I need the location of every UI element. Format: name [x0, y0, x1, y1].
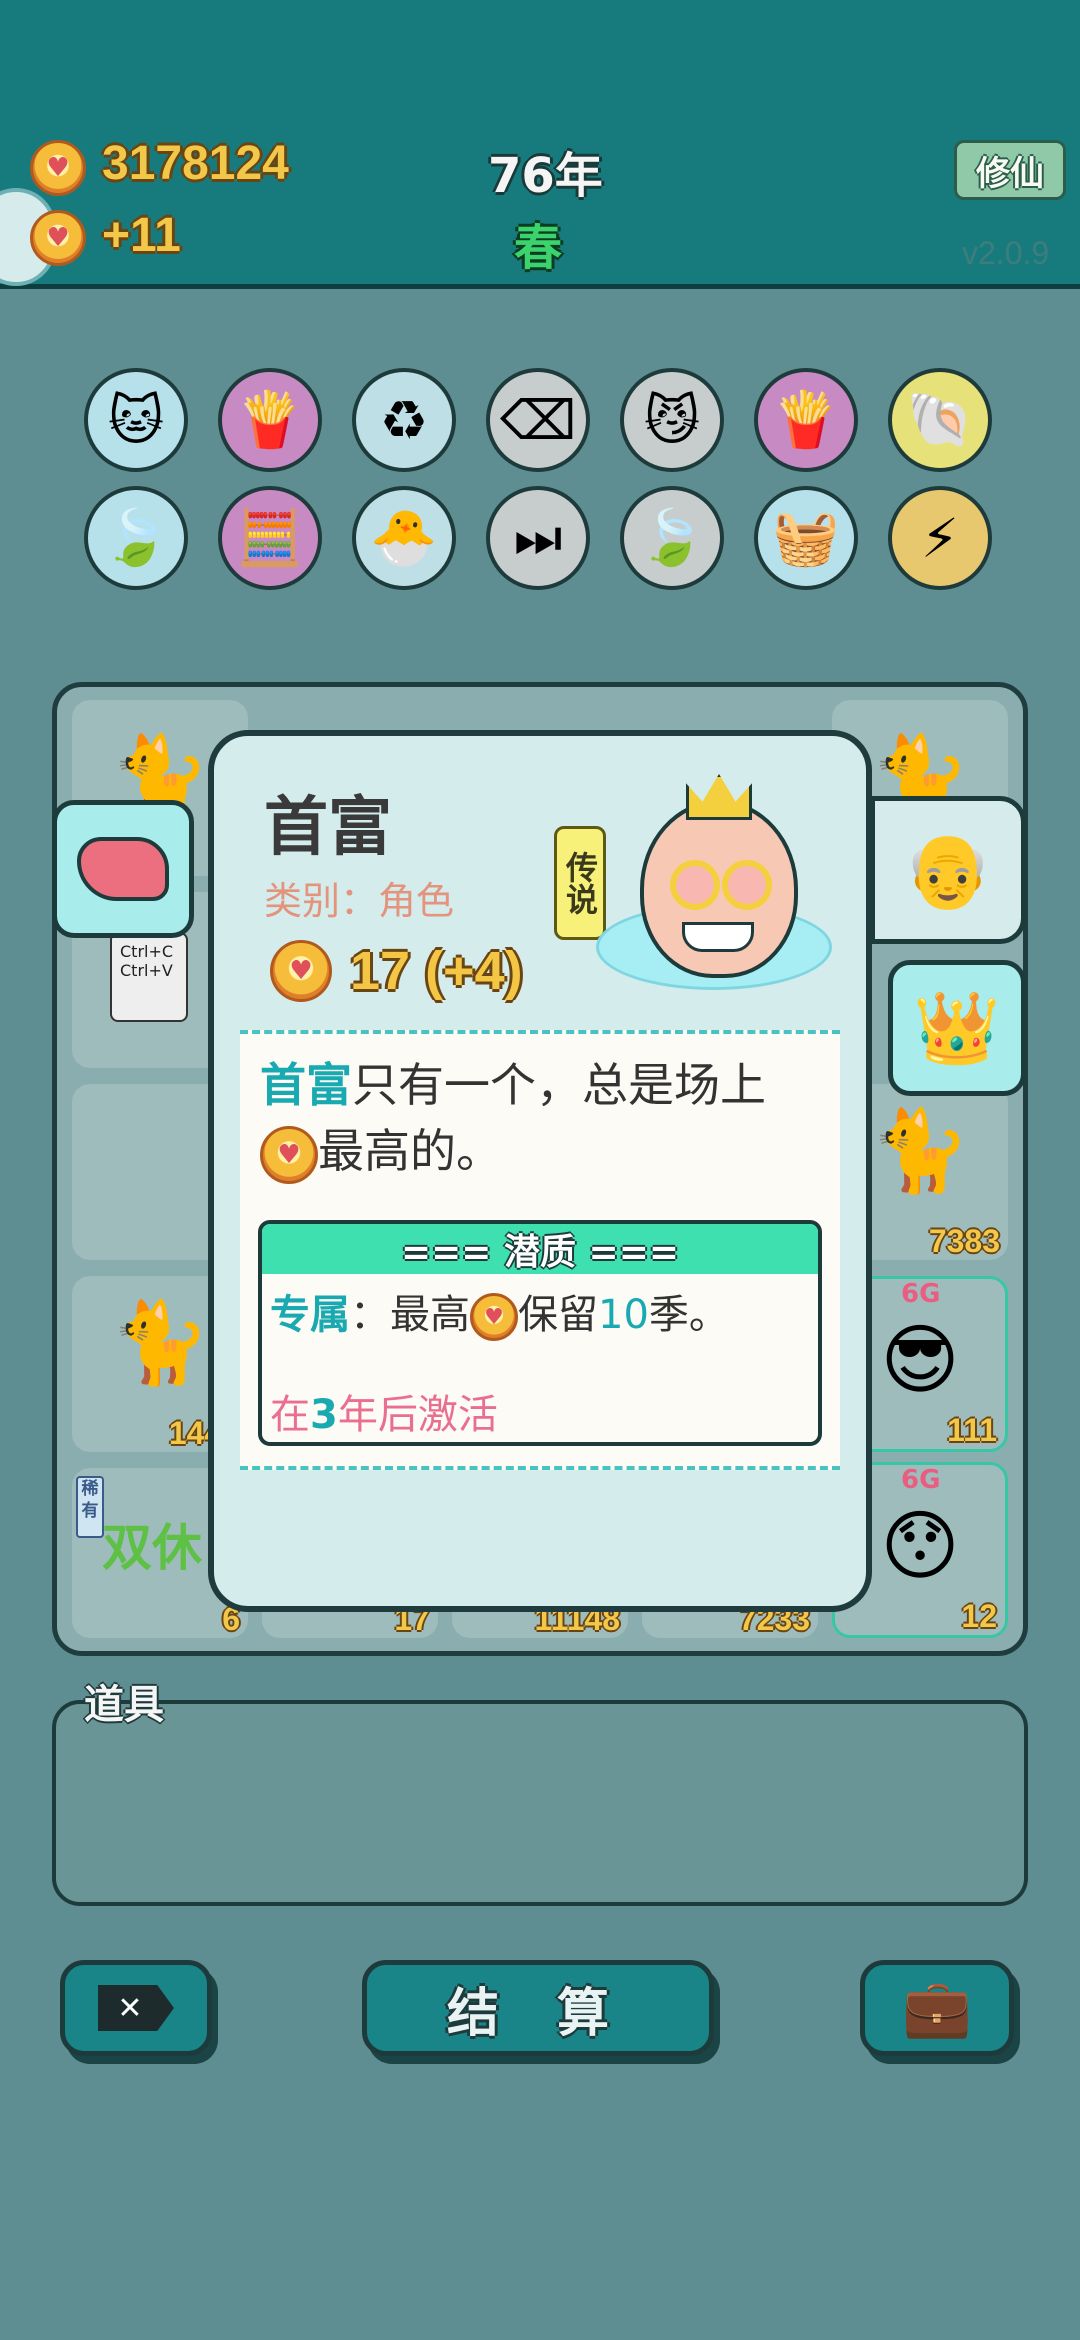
coin-income-icon: ♥ [30, 210, 86, 266]
version-label: v2.0.9 [962, 235, 1050, 271]
card-category: 类别：角色 [264, 879, 455, 923]
rare-card-text: 双休 [102, 1519, 202, 1577]
coin-income: +11 [102, 209, 181, 262]
fruit-basket-icon[interactable]: 🧺 [754, 486, 858, 590]
leaf-icon[interactable]: 🍃 [84, 486, 188, 590]
coin-inline-icon: ♥ [260, 1125, 318, 1184]
math-student-icon[interactable]: 🧮 [218, 486, 322, 590]
character-portrait-tab[interactable]: 👴 [870, 796, 1026, 944]
shell-icon[interactable]: 🐚 [888, 368, 992, 472]
trait-number: 10 [598, 1292, 649, 1338]
year-label: 76年 [488, 148, 603, 204]
trait-prefix: 专属 [270, 1292, 350, 1338]
glasses-right [722, 860, 772, 910]
items-label: 道具 [84, 1682, 164, 1728]
fries-icon[interactable]: 🍟 [754, 368, 858, 472]
skip-icon[interactable]: ⏭ [486, 486, 590, 590]
settle-button[interactable]: 结 算 [362, 1960, 714, 2056]
delete-key-icon[interactable]: ⌫ [486, 368, 590, 472]
season-label: 春 [514, 220, 563, 276]
leaf-icon[interactable]: 🍃 [620, 486, 724, 590]
cat-item-icon[interactable]: 🐱 [84, 368, 188, 472]
chick-egg-icon[interactable]: 🐣 [352, 486, 456, 590]
trait-colon: ：最高 [350, 1292, 470, 1338]
delete-key-icon: ✕ [98, 1985, 174, 2031]
trait-text: 专属：最高 ♥ 保留10季。 [270, 1282, 729, 1341]
items-panel [52, 1700, 1028, 1906]
activate-post: 年后激活 [337, 1392, 498, 1438]
cats-pair-icon[interactable]: 😼 [620, 368, 724, 472]
activate-pre: 在 [270, 1392, 310, 1438]
recycle-icon[interactable]: ♻ [352, 368, 456, 472]
activation-text: 在3年后激活 [270, 1382, 498, 1440]
cell-value: 111 [947, 1412, 997, 1448]
trait-end: 季。 [648, 1292, 729, 1338]
liver-icon [77, 837, 169, 901]
coin-total: 3178124 [102, 137, 289, 190]
desc-part1: 只有一个，总是场上 [352, 1058, 766, 1112]
lightning-icon[interactable]: ⚡ [888, 486, 992, 590]
cultivation-button[interactable]: 修仙 [954, 140, 1066, 200]
crown-icon: 👑 [913, 986, 1001, 1069]
crown-tab[interactable]: 👑 [888, 960, 1026, 1096]
copy-paste-card: Ctrl+C Ctrl+V [110, 932, 188, 1022]
fries-icon[interactable]: 🍟 [218, 368, 322, 472]
card-title: 首富 [264, 791, 392, 865]
settle-label: 结 算 [446, 1983, 630, 2044]
rarity-tag: 传说 [554, 826, 606, 940]
glasses-left [670, 860, 720, 910]
card-value: 17 (+4) [350, 941, 523, 1001]
rich-man-portrait-icon: 👴 [903, 827, 993, 912]
briefcase-button[interactable]: 💼 [860, 1960, 1014, 2056]
activate-number: 3 [310, 1392, 338, 1438]
rich-man-illustration [596, 760, 832, 990]
cell-value: 7383 [928, 1223, 1000, 1259]
coin-value-icon: ♥ [270, 940, 332, 1002]
liver-tab[interactable] [52, 800, 194, 938]
trait-mid: 保留 [518, 1292, 598, 1338]
desc-part2: 最高的。 [318, 1124, 502, 1178]
coin-icon: ♥ [30, 140, 86, 196]
gold-crown [686, 774, 752, 820]
trait-header: === 潜质 === [262, 1224, 818, 1274]
remove-button[interactable]: ✕ [60, 1960, 212, 2056]
card-description: 首富只有一个，总是场上 ♥ 最高的。 [260, 1052, 830, 1184]
rare-tag: 稀有 [76, 1476, 104, 1538]
six-g-badge: 6G [901, 1279, 941, 1309]
briefcase-icon: 💼 [902, 1976, 972, 2041]
grin [682, 922, 754, 952]
desc-highlight: 首富 [260, 1058, 352, 1112]
cell-value: 12 [961, 1598, 997, 1634]
coin-inline-icon: ♥ [470, 1293, 518, 1341]
six-g-badge: 6G [901, 1465, 941, 1495]
